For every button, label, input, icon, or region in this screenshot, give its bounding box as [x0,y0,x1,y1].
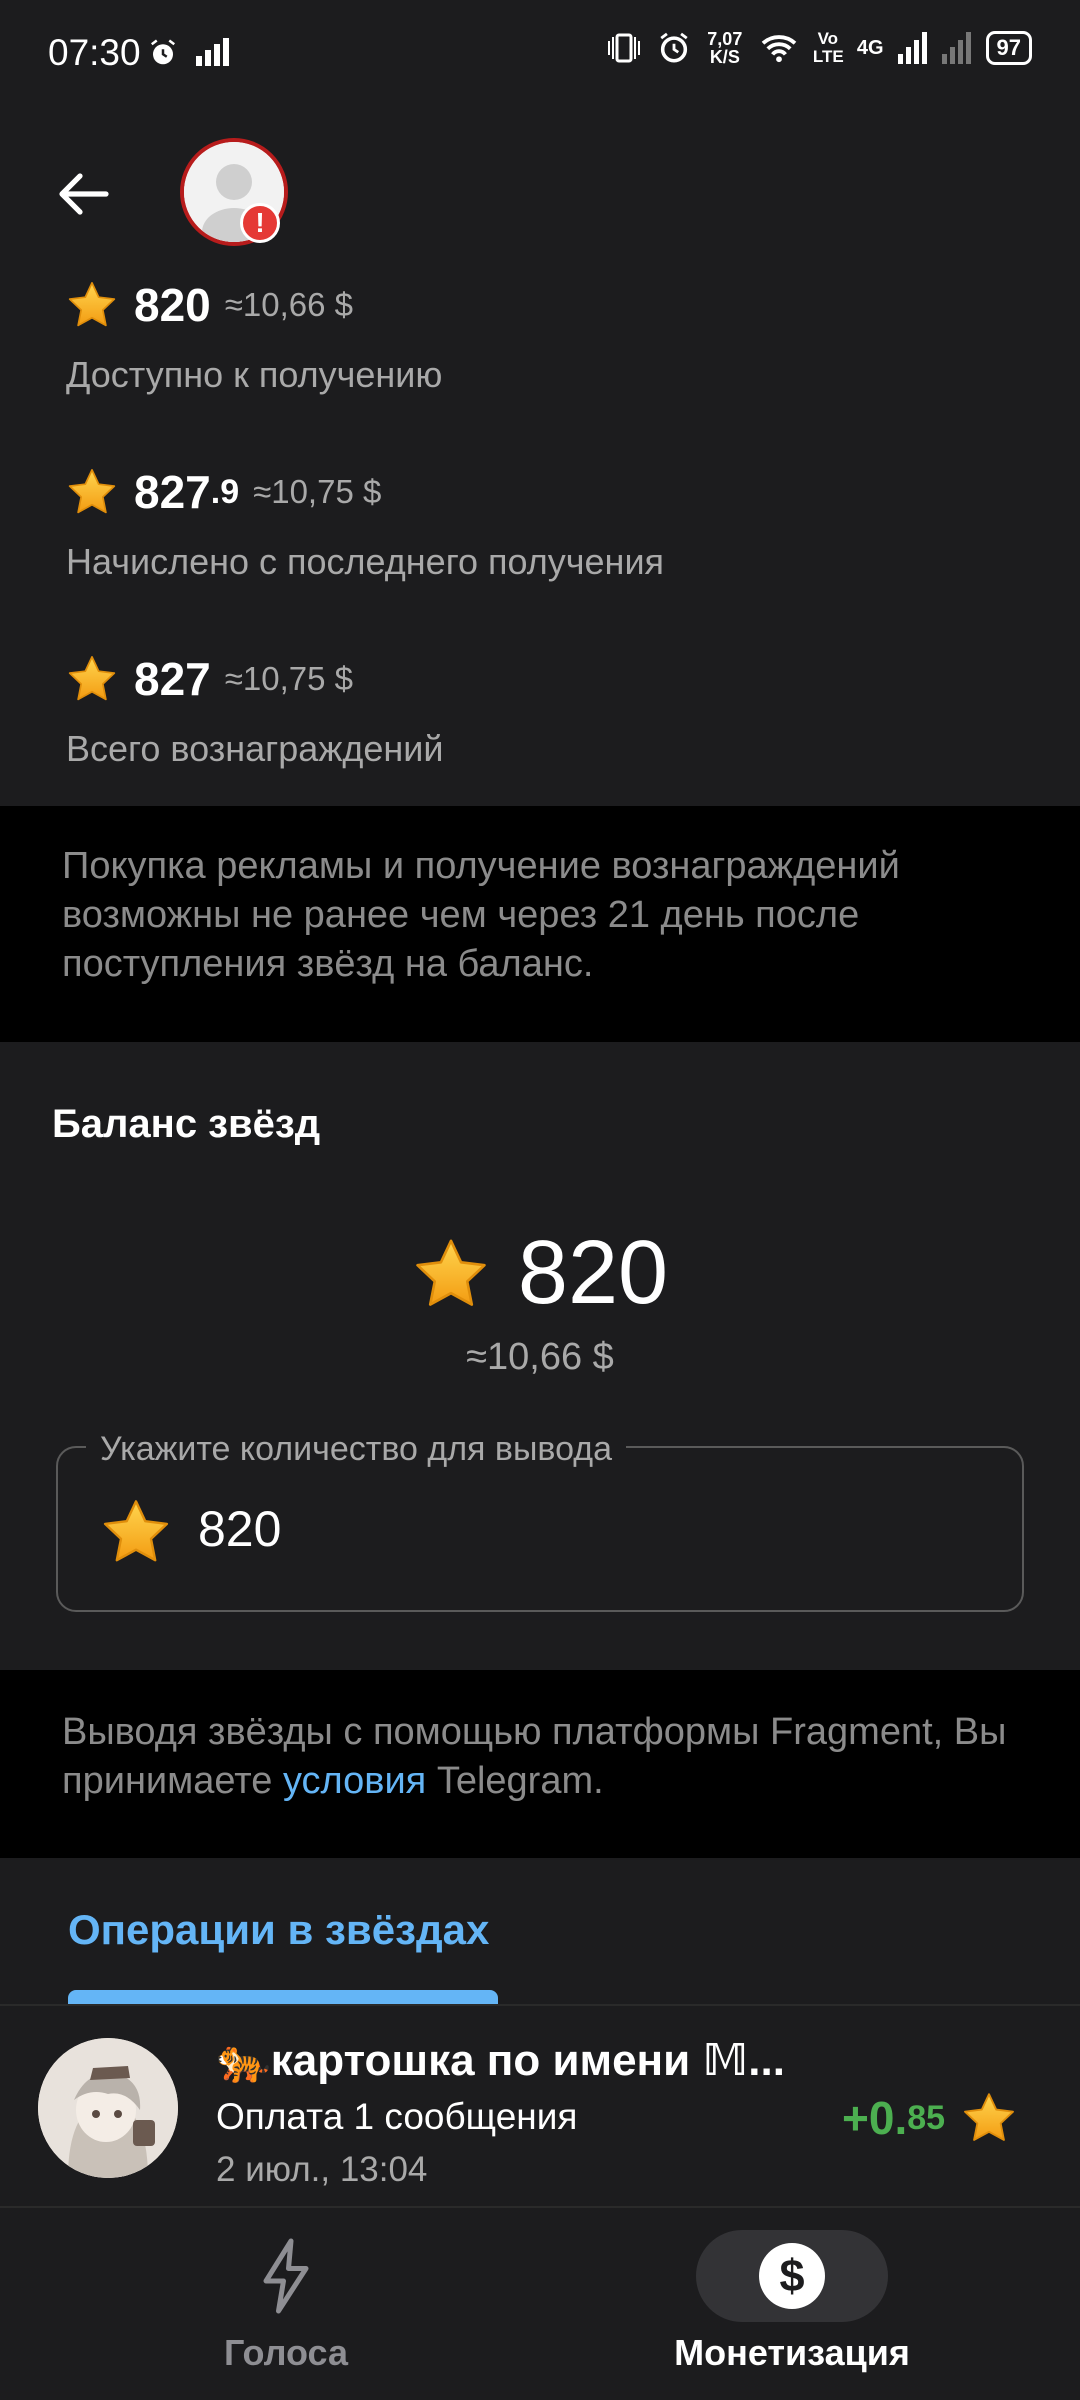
network-speed: 7,07 K/S [707,29,743,67]
status-icons: 7,07 K/S Vo LTE 4G 97 [605,30,1032,66]
header [0,110,1080,278]
alarm-icon [660,32,688,63]
battery-indicator: 97 [985,31,1032,65]
star-icon [412,1235,490,1313]
transaction-name: 🐅картошка по имени 𝕄... [216,2036,785,2085]
transaction-date: 2 июл., 13:04 [216,2150,428,2189]
stat-available: 820 ≈10,66 $ Доступно к получению [66,278,442,396]
stat-value: 827 [134,653,211,705]
balance-usd: ≈10,66 $ [466,1336,614,1378]
transaction-amount-int: +0. [842,2092,908,2144]
stat-label: Всего вознаграждений [66,728,444,769]
withdraw-amount-input[interactable] [198,1500,978,1558]
nav-pill [190,2230,382,2322]
alert-badge: ! [240,203,280,243]
stat-total: 827 ≈10,75 $ Всего вознаграждений [66,652,444,770]
nav-item-monetization[interactable]: $ Монетизация [522,2230,1062,2374]
stat-accrued: 827 .9 ≈10,75 $ Начислено с последнего п… [66,465,664,583]
wifi-icon [761,35,797,63]
nav-label: Голоса [223,2332,349,2373]
stat-value: 820 [134,279,211,331]
anime-avatar-icon [38,2038,178,2178]
balance-title: Баланс звёзд [52,1102,321,1146]
stat-label: Начислено с последнего получения [66,541,665,582]
alarm-icon [148,38,178,73]
stat-usd: ≈10,75 $ [253,473,382,510]
star-icon [66,279,118,331]
stat-usd: ≈10,75 $ [224,660,353,697]
nav-pill-active: $ [696,2230,888,2322]
dollar-icon: $ [759,2243,825,2309]
tab-operations[interactable]: Операции в звёздах [68,1906,489,1954]
star-icon [100,1496,172,1568]
arrow-left-icon [59,173,109,215]
svg-text:$: $ [779,2250,804,2301]
volte-label: Vo LTE [812,29,844,66]
star-icon [961,2090,1017,2146]
transaction-description: Оплата 1 сообщения [216,2096,578,2137]
nav-item-votes[interactable]: Голоса [16,2230,556,2374]
terms-link[interactable]: условия [283,1760,426,1802]
signal-weak-icon [941,32,971,64]
info-notice: Покупка рекламы и получение вознагражден… [62,845,900,985]
back-button[interactable] [52,162,116,226]
avatar[interactable] [38,2038,178,2178]
status-time: 07:30 [48,32,141,73]
stat-fraction: .9 [210,472,240,511]
star-icon [66,466,118,518]
lightning-icon [263,2238,309,2314]
net-type-label: 4G [856,36,884,59]
transaction-amount: +0. 85 [842,2090,1017,2146]
nav-label: Монетизация [674,2332,910,2373]
balance-amount: 820 [0,1222,1080,1325]
vibrate-icon [607,33,640,63]
withdraw-notice: Выводя звёзды с помощью платформы Fragme… [62,1708,1042,1806]
stat-value: 827 [134,466,211,518]
signal-icon [897,32,927,64]
withdraw-amount-label: Укажите количество для вывода [86,1430,626,1469]
stat-label: Доступно к получению [66,354,443,395]
stat-usd: ≈10,66 $ [224,286,353,323]
withdraw-notice-text-end: Telegram. [426,1760,604,1802]
tab-indicator [68,1990,498,2004]
transaction-amount-frac: 85 [907,2098,946,2137]
star-icon [66,653,118,705]
signal-small-icon [196,38,232,73]
balance-value: 820 [517,1223,669,1323]
